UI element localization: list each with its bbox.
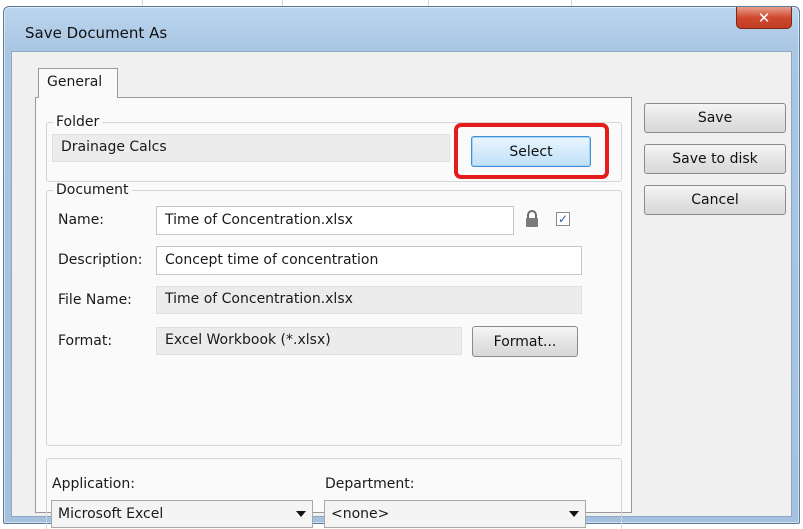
format-field: Excel Workbook (*.xlsx) [156,327,462,355]
lock-icon [526,210,538,227]
close-icon: ✕ [757,8,771,27]
application-dropdown-value: Microsoft Excel [58,506,164,522]
format-label: Format: [58,333,113,349]
dialog-client-area: General Folder Drainage Calcs Select Doc… [11,51,792,529]
name-input[interactable]: Time of Concentration.xlsx [156,206,514,235]
save-document-dialog: Save Document As ✕ General Folder Draina… [3,6,800,529]
format-button[interactable]: Format... [472,326,578,357]
description-input[interactable]: Concept time of concentration [156,246,582,275]
file-name-field: Time of Concentration.xlsx [156,286,582,314]
file-name-label: File Name: [58,292,132,308]
department-dropdown[interactable]: <none> [324,500,586,528]
close-button[interactable]: ✕ [736,7,792,29]
application-dropdown[interactable]: Microsoft Excel [51,500,313,528]
chevron-down-icon [296,511,306,517]
checkbox-checkmark-icon: ✓ [557,212,569,226]
description-label: Description: [58,252,143,268]
save-button[interactable]: Save [644,103,786,133]
application-label: Application: [52,476,135,492]
window-title: Save Document As [25,24,168,42]
department-label: Department: [325,476,415,492]
folder-group-label: Folder [53,114,103,130]
cancel-button[interactable]: Cancel [644,185,786,215]
tab-general[interactable]: General [38,68,118,98]
folder-path-field: Drainage Calcs [52,134,450,162]
chevron-down-icon [569,511,579,517]
save-to-disk-button[interactable]: Save to disk [644,144,786,174]
lock-name-checkbox[interactable]: ✓ [556,212,570,226]
name-label: Name: [58,212,105,228]
general-tab-panel: Folder Drainage Calcs Select Document Na… [35,97,632,529]
document-group-label: Document [53,182,132,198]
select-folder-button[interactable]: Select [471,136,591,167]
department-dropdown-value: <none> [331,506,390,522]
